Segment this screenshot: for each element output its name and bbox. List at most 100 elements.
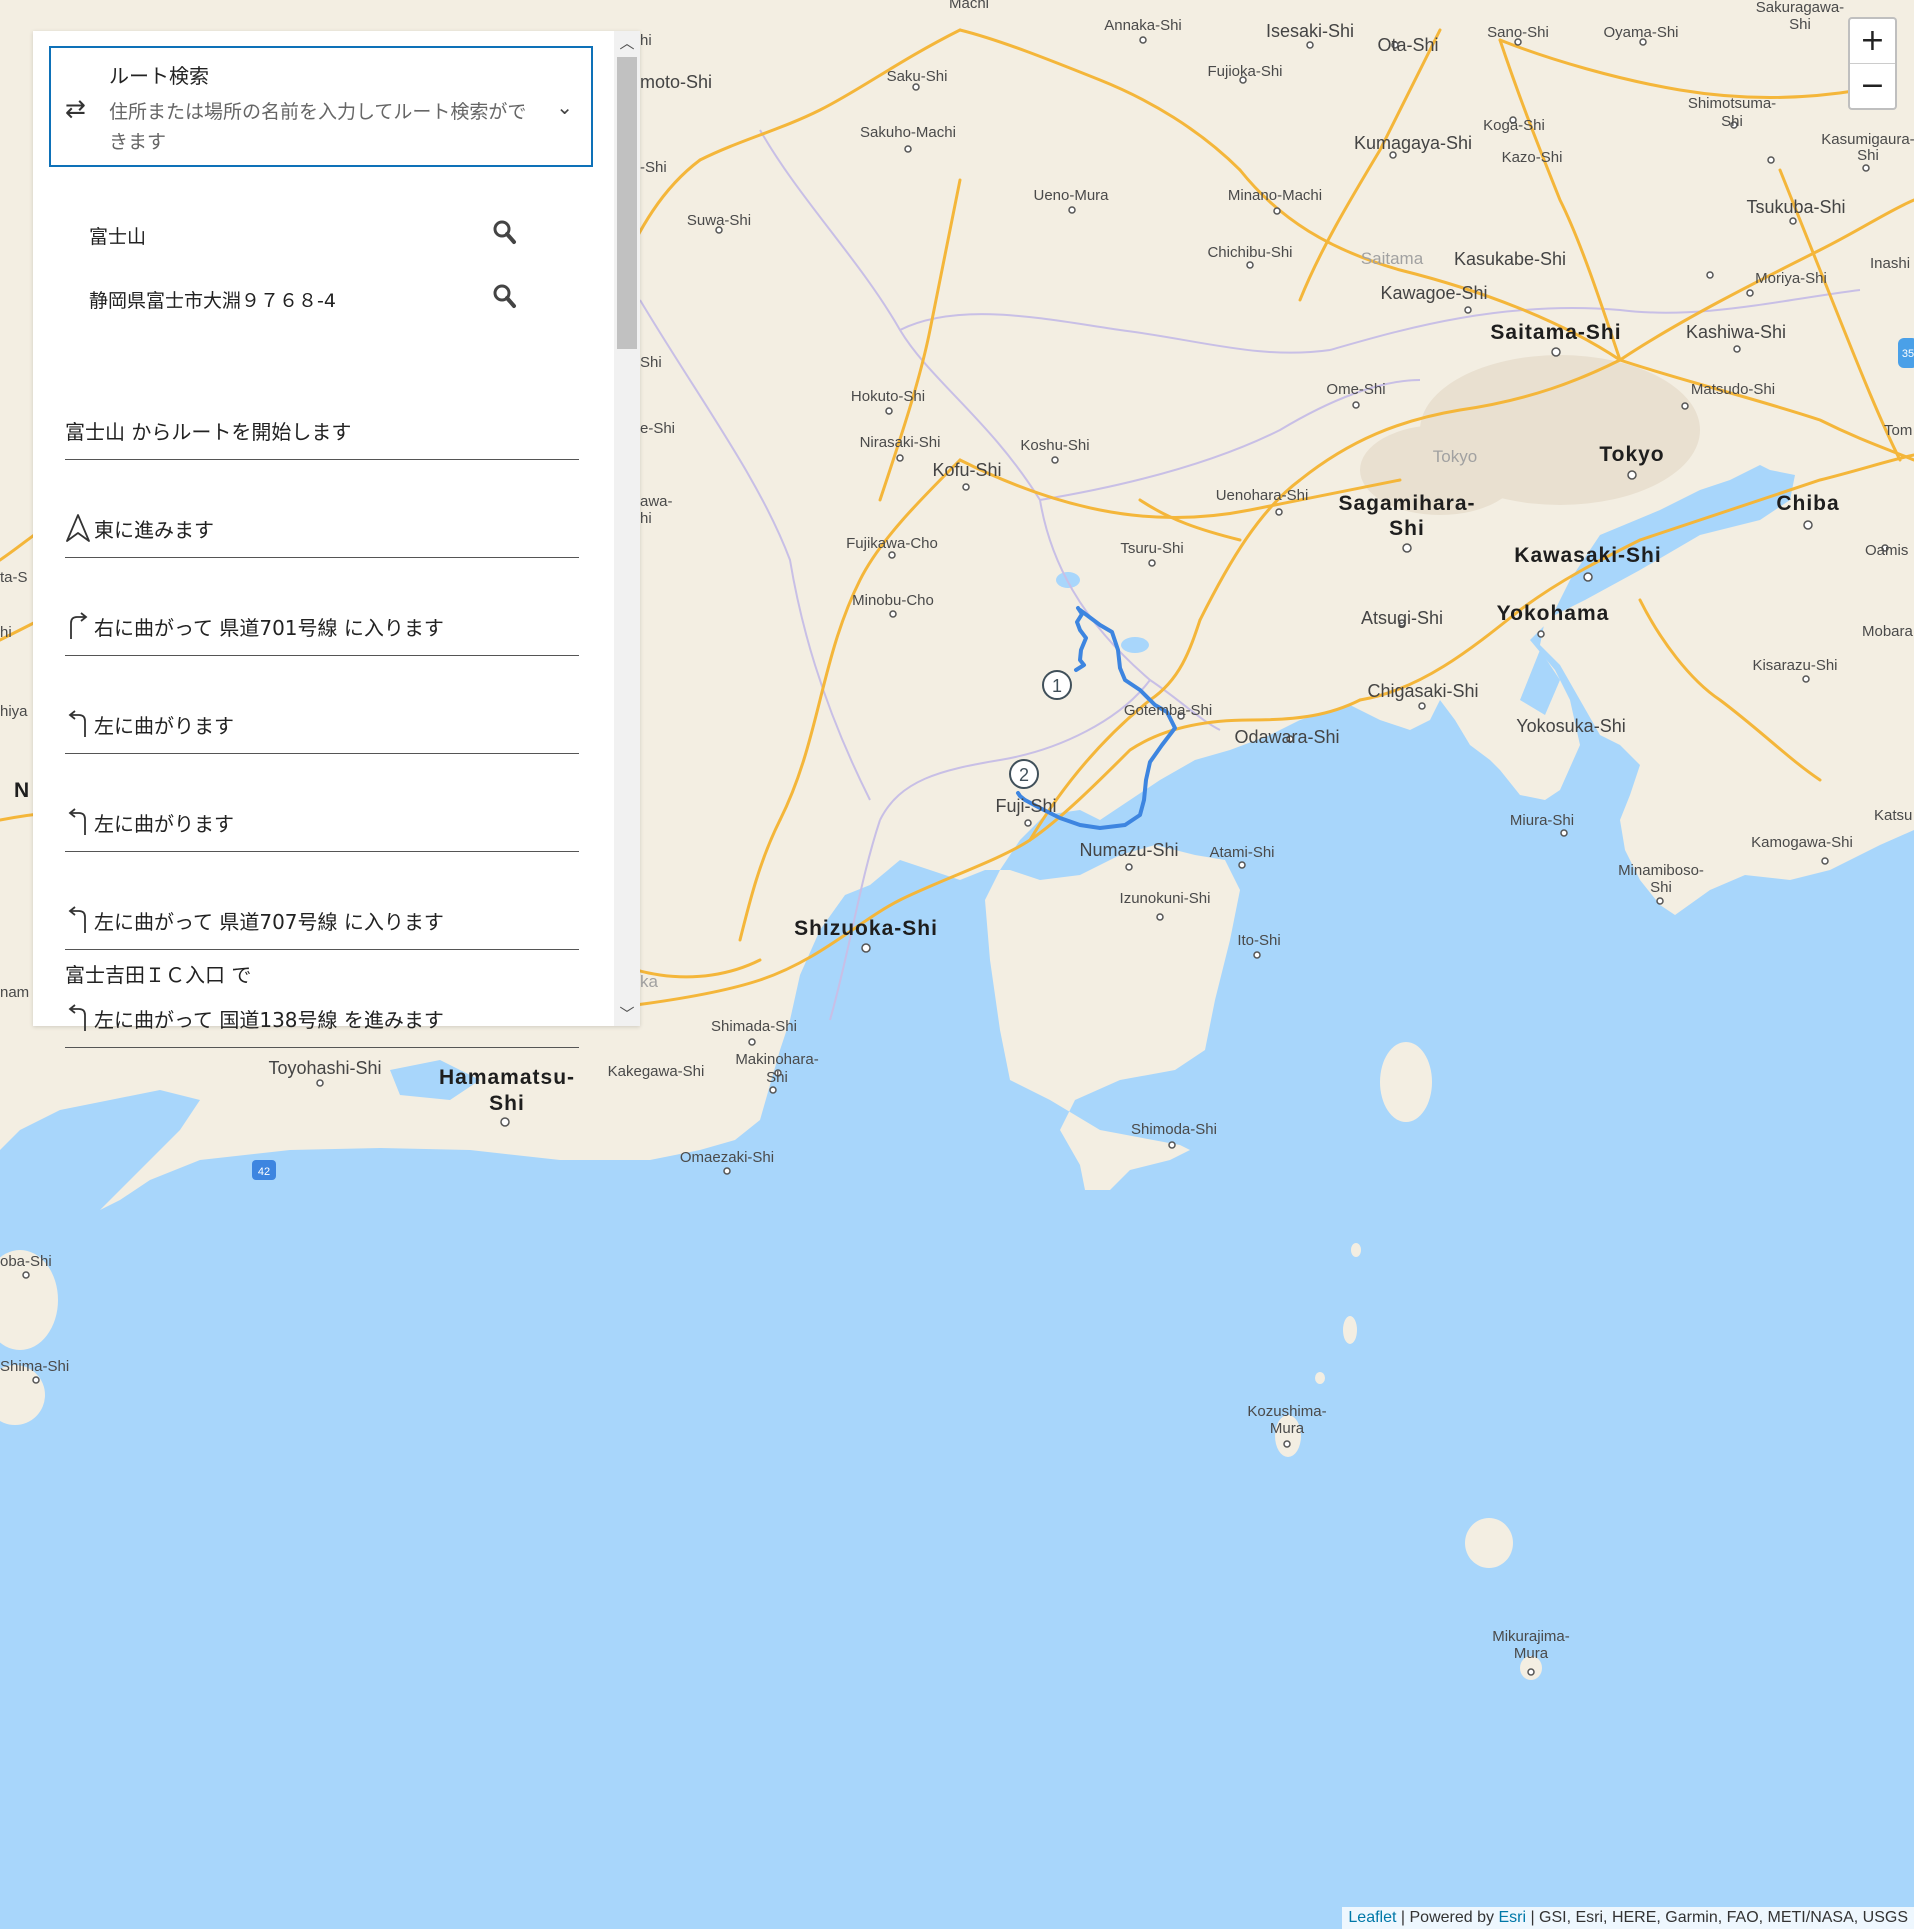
esri-link[interactable]: Esri [1498,1909,1526,1926]
svg-text:Tsukuba-Shi: Tsukuba-Shi [1746,197,1845,217]
svg-text:Isesaki-Shi: Isesaki-Shi [1266,21,1354,41]
svg-text:Kumagaya-Shi: Kumagaya-Shi [1354,133,1472,153]
turn-left-icon [68,906,86,933]
svg-text:Chiba: Chiba [1776,492,1839,515]
svg-text:Saku-Shi: Saku-Shi [887,68,948,85]
svg-text:Katsu: Katsu [1874,807,1912,824]
svg-text:Sagamihara-: Sagamihara- [1338,492,1475,515]
direction-prefix: 富士吉田ＩＣ入口 で [65,963,252,987]
svg-text:1: 1 [1052,676,1062,696]
svg-text:Tsuru-Shi: Tsuru-Shi [1120,540,1183,557]
svg-text:Toyohashi-Shi: Toyohashi-Shi [268,1058,381,1078]
direction-step-3[interactable]: 左に曲がります [65,655,579,754]
svg-text:Minano-Machi: Minano-Machi [1228,187,1322,204]
svg-text:Hamamatsu-: Hamamatsu- [439,1066,575,1089]
svg-text:Tom: Tom [1884,422,1912,439]
panel-scrollbar[interactable]: ︿ ﹀ [614,31,640,1026]
svg-text:Kawasaki-Shi: Kawasaki-Shi [1514,544,1661,567]
direction-start[interactable]: 富士山 からルートを開始します [65,371,579,460]
turn-left-icon [68,1004,86,1031]
svg-text:Kofu-Shi: Kofu-Shi [932,460,1001,480]
svg-text:Shi: Shi [1721,113,1743,130]
svg-text:Shi: Shi [1857,147,1879,164]
direction-text: 東に進みます [94,518,214,542]
scroll-down-icon[interactable]: ﹀ [614,1002,640,1026]
svg-text:Shi: Shi [1650,879,1672,896]
direction-text: 左に曲がります [94,812,234,836]
svg-text:Mikurajima-: Mikurajima- [1492,1628,1570,1645]
zoom-out-button[interactable]: − [1850,63,1895,108]
direction-step-2[interactable]: 右に曲がって 県道701号線 に入ります [65,557,579,656]
svg-text:Mobara: Mobara [1862,623,1914,640]
direction-step-1[interactable]: 東に進みます [65,459,579,558]
search-placeholder[interactable]: 住所または場所の名前を入力してルート検索ができます [109,97,539,157]
zoom-in-button[interactable]: + [1850,19,1895,63]
scroll-thumb[interactable] [617,57,637,349]
route-search-box[interactable]: ⇄ ルート検索 住所または場所の名前を入力してルート検索ができます ⌄ [49,46,593,167]
svg-text:Numazu-Shi: Numazu-Shi [1079,840,1178,860]
svg-text:Fujikawa-Cho: Fujikawa-Cho [846,535,938,552]
svg-text:Shima-Shi: Shima-Shi [0,1358,69,1375]
svg-text:ta-S: ta-S [0,569,28,586]
svg-text:2: 2 [1019,765,1029,785]
svg-text:nam: nam [0,984,29,1001]
search-icon[interactable] [491,282,519,312]
svg-text:Annaka-Shi: Annaka-Shi [1104,17,1182,34]
direction-step-6[interactable]: 富士吉田ＩＣ入口 で 左に曲がって 国道138号線 を進みます [65,949,579,1048]
svg-text:Kamogawa-Shi: Kamogawa-Shi [1751,834,1853,851]
stop-destination[interactable]: 静岡県富士市大淵９７６８-4 [89,278,519,318]
leaflet-link[interactable]: Leaflet [1348,1909,1396,1926]
search-title: ルート検索 [109,64,209,88]
svg-text:Uenohara-Shi: Uenohara-Shi [1216,487,1309,504]
chevron-down-icon[interactable]: ⌄ [556,95,573,119]
stop-origin[interactable]: 富士山 [89,214,519,254]
svg-text:moto-Shi: moto-Shi [640,72,712,92]
svg-text:Atsugi-Shi: Atsugi-Shi [1361,608,1443,628]
svg-text:Shizuoka-Shi: Shizuoka-Shi [794,917,938,940]
svg-text:Kozushima-: Kozushima- [1247,1403,1326,1420]
svg-text:Shi: Shi [1789,16,1811,33]
svg-text:e-Shi: e-Shi [640,420,675,437]
svg-text:Oamis: Oamis [1865,542,1908,559]
svg-text:Kakegawa-Shi: Kakegawa-Shi [608,1063,705,1080]
svg-text:Kazo-Shi: Kazo-Shi [1502,149,1563,166]
svg-text:Shi: Shi [766,1069,788,1086]
svg-text:Kawagoe-Shi: Kawagoe-Shi [1380,283,1487,303]
zoom-control: + − [1848,17,1897,110]
svg-text:Chichibu-Shi: Chichibu-Shi [1207,244,1292,261]
direction-text: 左に曲がって 国道138号線 を進みます [94,1008,444,1032]
svg-text:hi: hi [640,510,652,527]
svg-text:Fuji-Shi: Fuji-Shi [995,796,1056,816]
direction-step-5[interactable]: 左に曲がって 県道707号線 に入ります [65,851,579,950]
svg-text:Koga-Shi: Koga-Shi [1483,117,1545,134]
search-icon[interactable] [491,218,519,248]
svg-text:Nirasaki-Shi: Nirasaki-Shi [860,434,941,451]
svg-text:Omaezaki-Shi: Omaezaki-Shi [680,1149,774,1166]
swap-icon[interactable]: ⇄ [65,94,86,123]
direction-step-4[interactable]: 左に曲がります [65,753,579,852]
direction-text: 富士山 からルートを開始します [65,420,352,444]
scroll-up-icon[interactable]: ︿ [614,31,640,55]
svg-text:Shi: Shi [489,1092,525,1115]
map-attribution: Leaflet | Powered by Esri | GSI, Esri, H… [1342,1907,1914,1929]
svg-text:Ito-Shi: Ito-Shi [1237,932,1280,949]
navigation-arrow-icon [66,514,90,542]
svg-text:Koshu-Shi: Koshu-Shi [1020,437,1089,454]
stop-origin-value[interactable]: 富士山 [89,222,146,249]
svg-text:35: 35 [1902,348,1914,360]
svg-text:ka: ka [640,972,659,991]
svg-text:Atami-Shi: Atami-Shi [1209,844,1274,861]
svg-text:hiya: hiya [0,703,28,720]
direction-text: 左に曲がります [94,714,234,738]
svg-text:Miura-Shi: Miura-Shi [1510,812,1574,829]
svg-text:Oyama-Shi: Oyama-Shi [1603,24,1678,41]
stop-destination-value[interactable]: 静岡県富士市大淵９７６８-4 [89,286,336,313]
svg-text:Gotemba-Shi: Gotemba-Shi [1124,702,1212,719]
svg-text:Ota-Shi: Ota-Shi [1377,35,1438,55]
svg-text:Odawara-Shi: Odawara-Shi [1234,727,1339,747]
svg-text:Tokyo: Tokyo [1599,443,1664,466]
svg-text:Inashi: Inashi [1870,255,1910,272]
route-marker-start: 1 [1042,670,1072,700]
route-marker-end: 2 [1009,759,1039,789]
route-panel: ⇄ ルート検索 住所または場所の名前を入力してルート検索ができます ⌄ 富士山 … [33,31,640,1048]
